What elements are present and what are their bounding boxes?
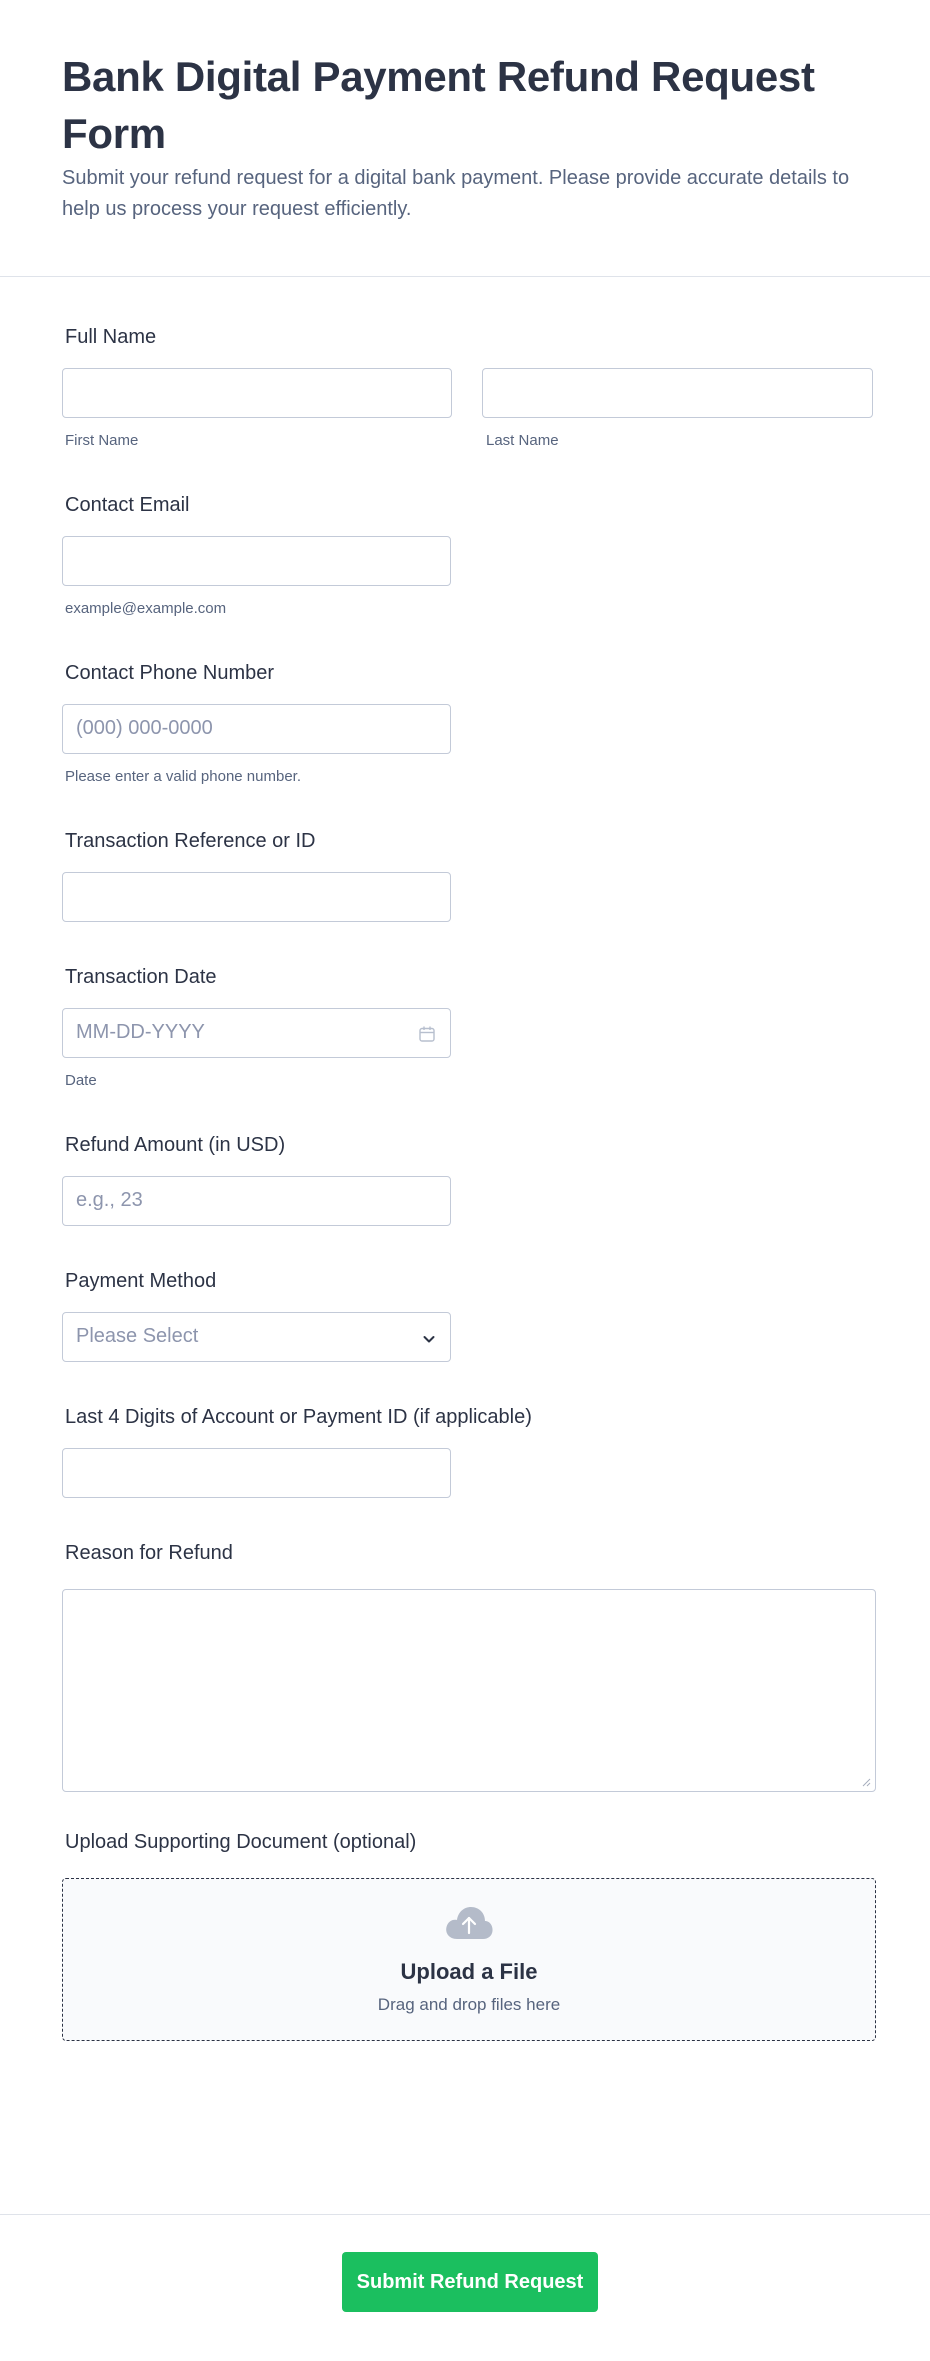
resize-handle-icon[interactable] [861,1777,871,1787]
reason-textarea[interactable] [62,1589,876,1792]
upload-subtitle: Drag and drop files here [377,1995,561,2014]
full-name-label: Full Name [65,326,157,348]
transaction-date-placeholder: MM-DD-YYYY [76,1021,205,1043]
phone-label: Contact Phone Number [65,662,275,684]
transaction-ref-input[interactable] [62,872,451,922]
upload-title: Upload a File [400,1959,538,1984]
page-title: Bank Digital Payment Refund Request Form [62,53,815,157]
refund-amount-input[interactable]: e.g., 23 [62,1176,451,1226]
last-name-sublabel: Last Name [486,432,559,449]
calendar-icon[interactable] [418,1025,436,1043]
transaction-date-sublabel: Date [65,1072,97,1089]
payment-method-selected: Please Select [76,1325,199,1347]
phone-sublabel: Please enter a valid phone number. [65,768,301,785]
first-name-input[interactable] [62,368,452,418]
chevron-down-icon [423,1336,435,1343]
transaction-date-label: Transaction Date [65,966,217,988]
reason-label: Reason for Refund [65,1542,233,1564]
footer-divider [0,2214,930,2215]
email-field[interactable] [62,536,451,586]
last-name-input[interactable] [482,368,873,418]
email-sublabel: example@example.com [65,600,227,617]
payment-method-select[interactable]: Please Select [62,1312,451,1362]
payment-method-label: Payment Method [65,1270,217,1292]
transaction-date-input[interactable]: MM-DD-YYYY [62,1008,451,1058]
last4-label: Last 4 Digits of Account or Payment ID (… [65,1406,532,1428]
email-label: Contact Email [65,494,190,516]
refund-amount-label: Refund Amount (in USD) [65,1134,286,1156]
cloud-upload-icon [446,1907,493,1939]
refund-amount-placeholder: e.g., 23 [76,1189,143,1211]
form-header: Bank Digital Payment Refund Request Form… [0,0,930,277]
upload-label: Upload Supporting Document (optional) [65,1831,417,1853]
page-description: Submit your refund request for a digital… [62,167,850,220]
first-name-sublabel: First Name [65,432,139,449]
submit-button[interactable]: Submit Refund Request [342,2252,598,2312]
phone-input[interactable]: (000) 000-0000 [62,704,451,754]
phone-placeholder: (000) 000-0000 [76,717,213,739]
transaction-ref-label: Transaction Reference or ID [65,830,316,852]
upload-dropzone[interactable]: Upload a File Drag and drop files here [62,1878,876,2041]
last4-input[interactable] [62,1448,451,1498]
